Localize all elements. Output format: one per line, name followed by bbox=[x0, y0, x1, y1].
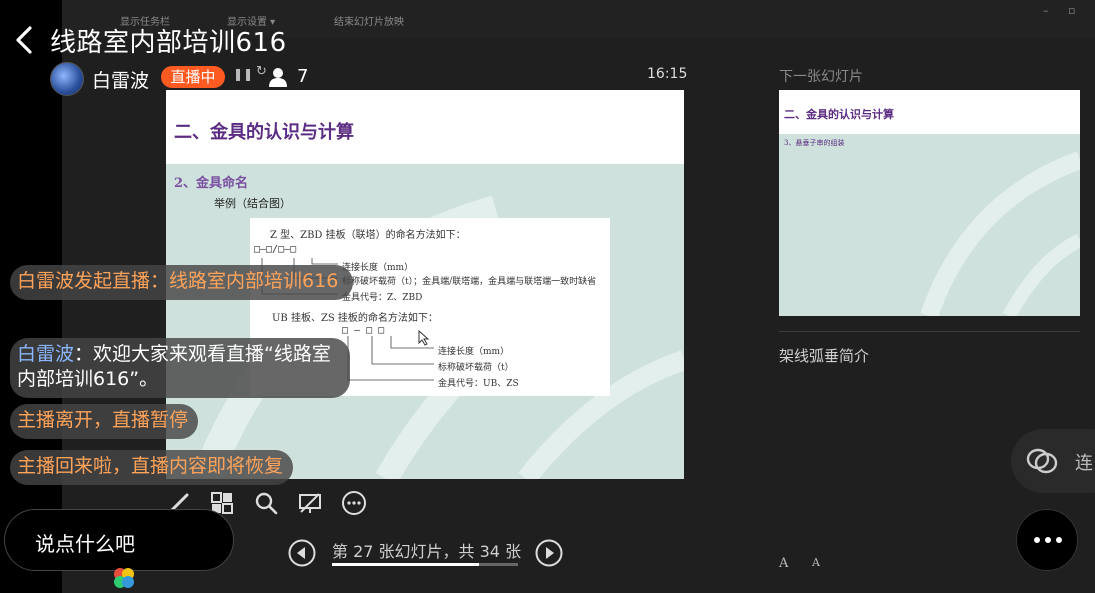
minimize-icon[interactable]: – bbox=[1043, 4, 1049, 17]
presenter-clock: 16:15 bbox=[647, 66, 688, 82]
viewer-count: 7 bbox=[297, 66, 309, 87]
chat-message: 主播离开，直播暂停 bbox=[10, 404, 199, 439]
chat-username[interactable]: 白雷波 bbox=[17, 343, 74, 365]
end-slideshow-button[interactable]: 结束幻灯片放映 bbox=[334, 13, 404, 28]
figure-line-2: 标称破坏载荷（t）；金具端/联塔端，金具端与联塔端一致时缺省 bbox=[342, 277, 597, 287]
next-slide-thumbnail[interactable]: 二、金具的认识与计算 3、悬垂子串的组装 bbox=[779, 90, 1080, 316]
mouse-cursor-icon bbox=[418, 330, 430, 346]
link-icon bbox=[1026, 448, 1058, 474]
slide-progress-bar bbox=[332, 563, 518, 566]
chat-prefix: 白雷波发起直播： bbox=[17, 270, 170, 292]
comment-placeholder: 说点什么吧 bbox=[35, 532, 135, 556]
speaker-notes: 架线弧垂简介 bbox=[779, 347, 870, 365]
figure-boxes-2: □ — □ □ bbox=[342, 325, 385, 336]
font-increase-button[interactable]: A bbox=[779, 556, 788, 571]
panel-divider bbox=[779, 331, 1080, 332]
next-slide-title: 二、金具的认识与计算 bbox=[784, 108, 894, 121]
pause-indicator-icon: ❚❚ bbox=[233, 67, 254, 81]
restore-icon[interactable]: ▫ bbox=[1068, 4, 1075, 17]
next-slide-subtitle: 3、悬垂子串的组装 bbox=[784, 139, 845, 147]
figure-line-4: 连接长度（mm） bbox=[438, 347, 510, 357]
next-slide-label: 下一张幻灯片 bbox=[779, 69, 863, 85]
chat-text: 主播离开，直播暂停 bbox=[17, 409, 189, 431]
chat-text: 主播回来啦，直播内容即将恢复 bbox=[17, 455, 284, 477]
chat-message: 主播回来啦，直播内容即将恢复 bbox=[10, 450, 294, 485]
figure-line-6: 金具代号：UB、ZS bbox=[438, 379, 519, 389]
ellipsis-icon bbox=[1034, 537, 1062, 543]
previous-slide-icon[interactable] bbox=[288, 539, 316, 567]
screen-off-icon[interactable] bbox=[297, 490, 323, 516]
figure-line-3: 金具代号：Z、ZBD bbox=[342, 293, 423, 303]
app-logo-icon bbox=[114, 568, 134, 588]
next-slide-icon[interactable] bbox=[535, 539, 563, 567]
refresh-icon: ↻ bbox=[256, 64, 267, 79]
figure-heading-2: UB 挂板、ZS 挂板的命名方法如下： bbox=[272, 313, 438, 324]
connect-label: 连 bbox=[1075, 453, 1093, 474]
magnifier-icon[interactable] bbox=[253, 490, 279, 516]
chat-message: 白雷波：欢迎大家来观看直播“线路室内部培训616”。 bbox=[10, 338, 350, 398]
back-arrow-icon[interactable] bbox=[10, 22, 40, 58]
chat-message: 白雷波发起直播：线路室内部培训616 bbox=[10, 265, 353, 300]
font-decrease-button[interactable]: A bbox=[812, 556, 820, 569]
connect-mic-button[interactable]: 连 bbox=[1011, 429, 1095, 493]
host-avatar[interactable] bbox=[50, 62, 84, 96]
slide-example: 举例（结合图） bbox=[214, 197, 291, 210]
live-status-badge: 直播中 bbox=[161, 66, 225, 88]
more-options-icon[interactable] bbox=[341, 490, 367, 516]
host-name[interactable]: 白雷波 bbox=[92, 66, 149, 93]
slide-progress-fill bbox=[332, 563, 479, 566]
slide-subtitle: 2、金具命名 bbox=[174, 176, 249, 191]
chat-text: 线路室内部培训616 bbox=[169, 270, 339, 292]
stream-title: 线路室内部培训616 bbox=[50, 28, 287, 58]
slide-title: 二、金具的认识与计算 bbox=[174, 122, 354, 143]
figure-line-1: 连接长度（mm） bbox=[342, 263, 414, 273]
slide-page-info: 第 27 张幻灯片，共 34 张 bbox=[332, 542, 522, 561]
viewer-count-icon bbox=[269, 68, 287, 87]
figure-line-5: 标称破坏载荷（t） bbox=[438, 363, 514, 373]
comment-input[interactable]: 说点什么吧 bbox=[4, 509, 234, 571]
more-button[interactable] bbox=[1016, 509, 1078, 571]
